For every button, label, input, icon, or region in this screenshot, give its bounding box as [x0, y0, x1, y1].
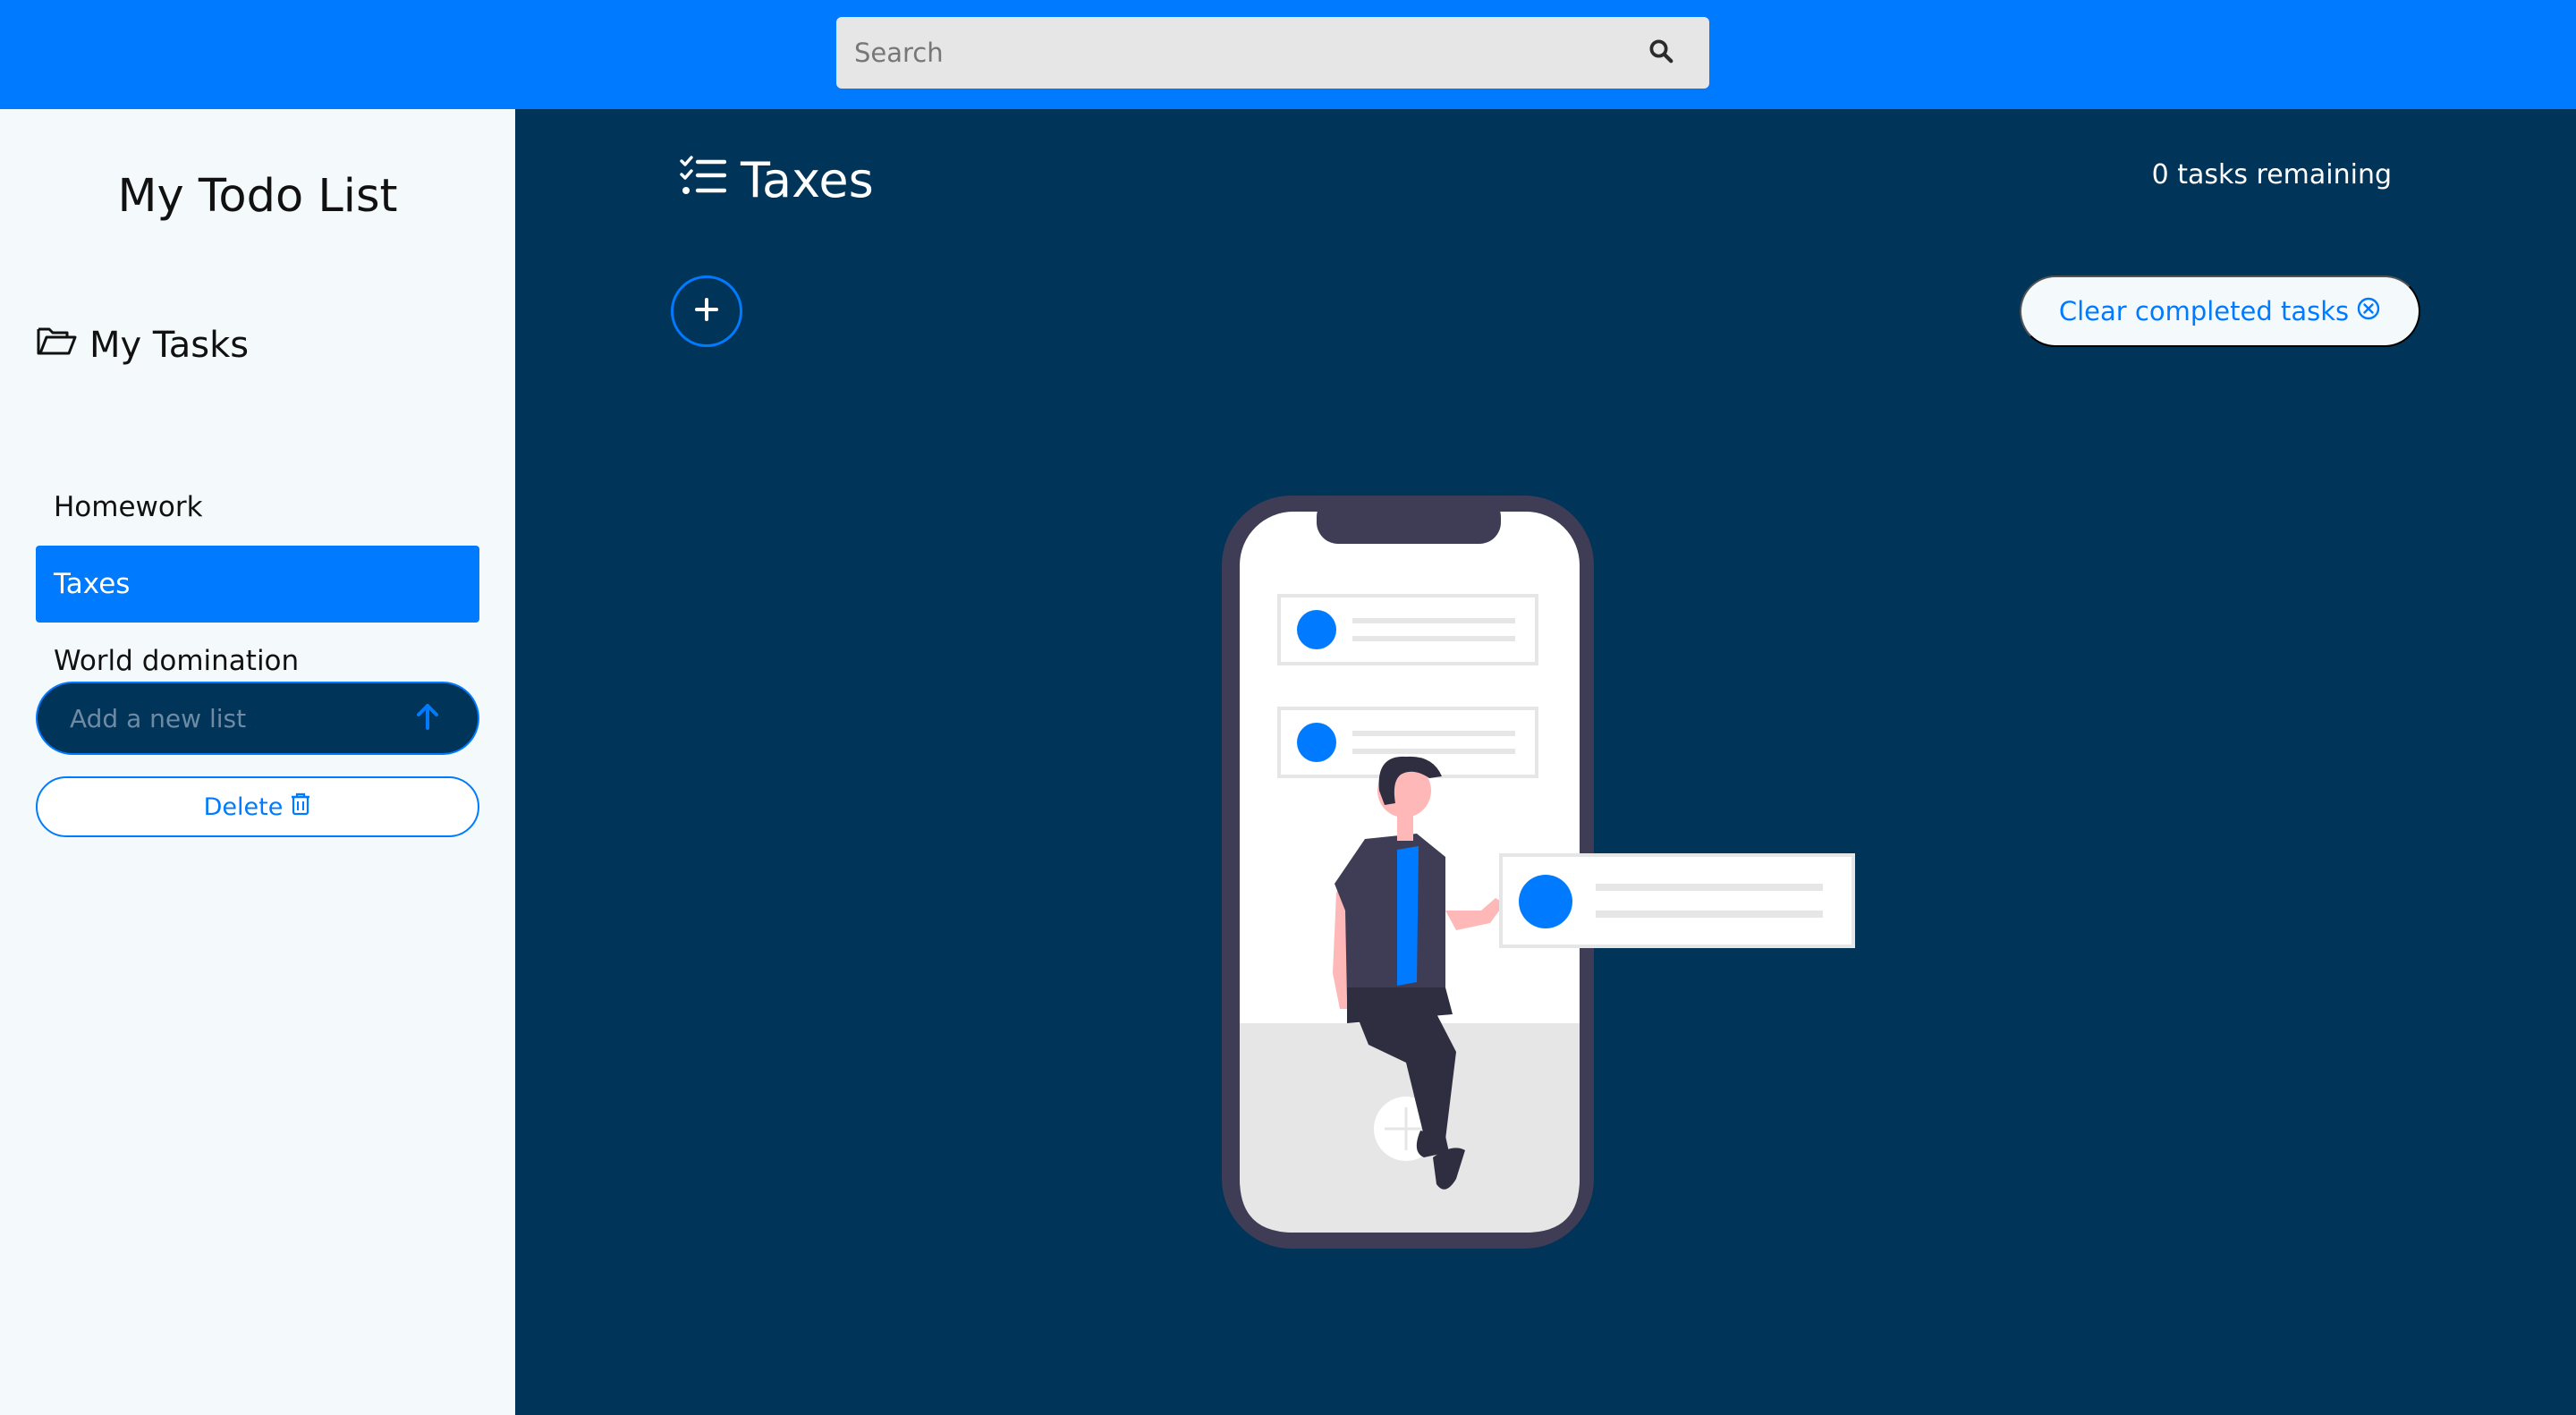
clear-completed-label: Clear completed tasks [2058, 296, 2350, 326]
task-list-icon [680, 152, 741, 208]
empty-tasks-illustration [1222, 496, 1855, 1249]
list-item-label: Taxes [54, 568, 131, 600]
trash-icon [283, 792, 311, 822]
circle-x-icon [2349, 296, 2381, 327]
list-title: Taxes [741, 152, 874, 208]
plus-icon [694, 297, 719, 326]
list-item-label: Homework [54, 491, 203, 523]
search-icon [1648, 38, 1674, 68]
search-input[interactable] [836, 17, 1625, 89]
app-title: My Todo List [117, 170, 398, 223]
folder-open-icon [36, 324, 89, 367]
new-list-input[interactable] [38, 683, 401, 753]
new-list-form [36, 682, 479, 755]
list-item-homework[interactable]: Homework [36, 469, 479, 546]
search-bar [836, 17, 1709, 89]
arrow-up-icon [414, 702, 441, 734]
clear-completed-button[interactable]: Clear completed tasks [2020, 275, 2420, 347]
main-panel: Taxes 0 tasks remaining Clear completed … [515, 109, 2576, 1415]
list-item-taxes[interactable]: Taxes [36, 546, 479, 623]
section-heading: My Tasks [36, 324, 249, 367]
add-task-button[interactable] [671, 275, 742, 347]
sidebar: My Todo List My Tasks Homework Taxes Wor… [0, 109, 515, 1415]
list-header: Taxes [680, 152, 874, 208]
task-lists: Homework Taxes World domination [36, 469, 479, 699]
top-bar [0, 0, 2576, 109]
delete-list-button[interactable]: Delete [36, 776, 479, 837]
section-heading-label: My Tasks [89, 325, 250, 366]
tasks-remaining-count: 0 tasks remaining [2151, 159, 2392, 191]
list-item-label: World domination [54, 645, 300, 677]
new-list-submit-button[interactable] [401, 691, 454, 745]
search-button[interactable] [1625, 17, 1697, 89]
delete-label: Delete [203, 792, 284, 821]
